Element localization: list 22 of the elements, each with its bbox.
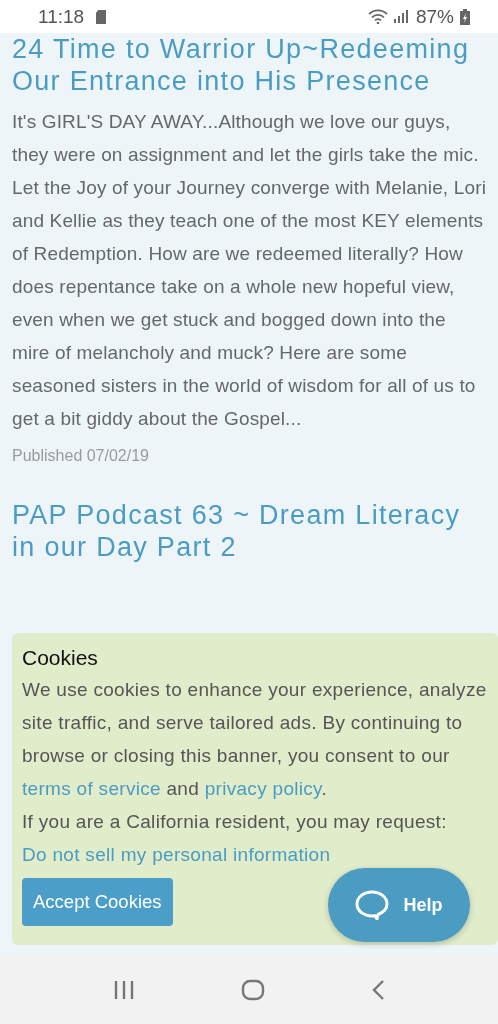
post-title-link[interactable]: PAP Podcast 63 ~ Dream Literacy in our Day Part 2 <box>12 499 486 563</box>
home-icon[interactable] <box>241 978 265 1001</box>
sd-card-icon <box>96 9 107 24</box>
chat-bubble-icon <box>355 890 390 920</box>
recent-apps-icon[interactable] <box>113 979 135 1000</box>
do-not-sell-link[interactable]: Do not sell my personal information <box>22 838 331 871</box>
wifi-icon <box>367 9 388 24</box>
back-icon[interactable] <box>371 978 385 1001</box>
published-date: Published 07/02/19 <box>12 447 150 465</box>
signal-icon <box>393 10 408 23</box>
terms-link[interactable]: terms of service <box>22 778 161 799</box>
california-text: If you are a California resident, you may request: <box>22 810 448 834</box>
post-title-link[interactable]: 24 Time to Warrior Up~Redeeming Our Entrance into His Presence <box>12 33 486 97</box>
post-description: It's GIRL'S DAY AWAY...Although we love our guys, they were on assignment and let the girls take the mic. Let the Joy of your Journey converge with Melanie, Lori and Kellie as they teach one of the most KEY elements of Redemption. How are we redeemed literally? How does repentance take on a whole new hopeful view, even when we get stuck and bogged down into the mire of melancholy and muck? Here are some seasoned sisters in the world of wisdom for all of us to get a bit giddy about the Gospel... <box>12 110 486 431</box>
battery-percent: 87% <box>415 5 454 28</box>
banner-title: Cookies <box>22 645 99 671</box>
privacy-link[interactable]: privacy policy <box>204 778 322 799</box>
battery-icon <box>460 8 470 25</box>
consent-text: We use cookies to enhance your experience, analyze site traffic, and serve tailored ads. By continuing to browse or closing this banner, you consent to our terms of service and privacy policy. <box>22 678 488 801</box>
accept-cookies-button[interactable]: Accept Cookies <box>22 878 173 926</box>
status-time: 11:18 <box>38 5 85 28</box>
help-button[interactable]: Help <box>328 868 470 942</box>
